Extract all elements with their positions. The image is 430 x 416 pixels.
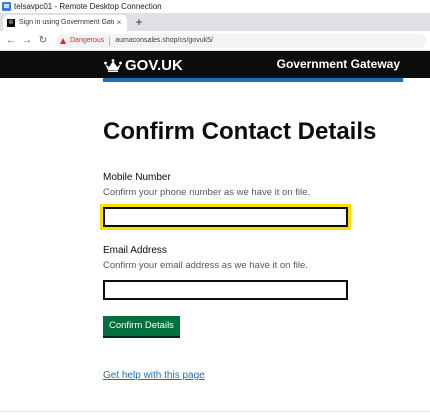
help-link[interactable]: Get help with this page bbox=[103, 369, 205, 382]
email-address-label: Email Address bbox=[103, 245, 167, 256]
govuk-favicon-icon: ♔ bbox=[7, 19, 15, 27]
govuk-header: GOV.UK Government Gateway bbox=[0, 51, 430, 78]
window-title: telsavpc01 - Remote Desktop Connection bbox=[14, 2, 162, 11]
back-arrow-icon[interactable]: ← bbox=[4, 34, 18, 48]
email-address-hint: Confirm your email address as we have it… bbox=[103, 260, 308, 271]
warning-triangle-icon bbox=[60, 38, 66, 44]
omnibox-separator bbox=[109, 36, 111, 46]
service-name[interactable]: Government Gateway bbox=[277, 56, 400, 73]
bottom-divider bbox=[0, 411, 430, 412]
tab-close-icon[interactable]: × bbox=[114, 15, 124, 31]
govuk-logo[interactable]: GOV.UK bbox=[104, 55, 183, 75]
tab-title: Sign in using Government Gatew bbox=[19, 19, 114, 26]
tab-strip: ♔ Sign in using Government Gatew × + bbox=[0, 13, 430, 31]
browser-tab[interactable]: ♔ Sign in using Government Gatew × bbox=[3, 15, 127, 31]
mobile-number-label: Mobile Number bbox=[103, 172, 171, 183]
logo-text: GOV.UK bbox=[125, 56, 183, 74]
rdp-title-bar: telsavpc01 - Remote Desktop Connection bbox=[0, 0, 430, 13]
email-address-input[interactable] bbox=[103, 280, 348, 300]
crown-icon bbox=[104, 58, 122, 72]
url-omnibox[interactable]: Dangerous aumaconsales.shop/cs/govuk5/ bbox=[56, 34, 426, 48]
url-text[interactable]: aumaconsales.shop/cs/govuk5/ bbox=[115, 34, 213, 48]
remote-desktop-icon bbox=[2, 2, 11, 11]
confirm-details-button[interactable]: Confirm Details bbox=[103, 316, 180, 336]
mobile-number-input[interactable] bbox=[100, 204, 351, 230]
page-title: Confirm Contact Details bbox=[103, 118, 377, 145]
new-tab-button[interactable]: + bbox=[132, 15, 146, 29]
mobile-number-hint: Confirm your phone number as we have it … bbox=[103, 187, 310, 198]
address-bar: ← → ↻ Dangerous aumaconsales.shop/cs/gov… bbox=[0, 31, 430, 51]
security-warning-label[interactable]: Dangerous bbox=[70, 34, 104, 48]
forward-arrow-icon[interactable]: → bbox=[20, 34, 34, 48]
reload-icon[interactable]: ↻ bbox=[36, 34, 50, 48]
header-blue-stripe bbox=[103, 78, 403, 82]
